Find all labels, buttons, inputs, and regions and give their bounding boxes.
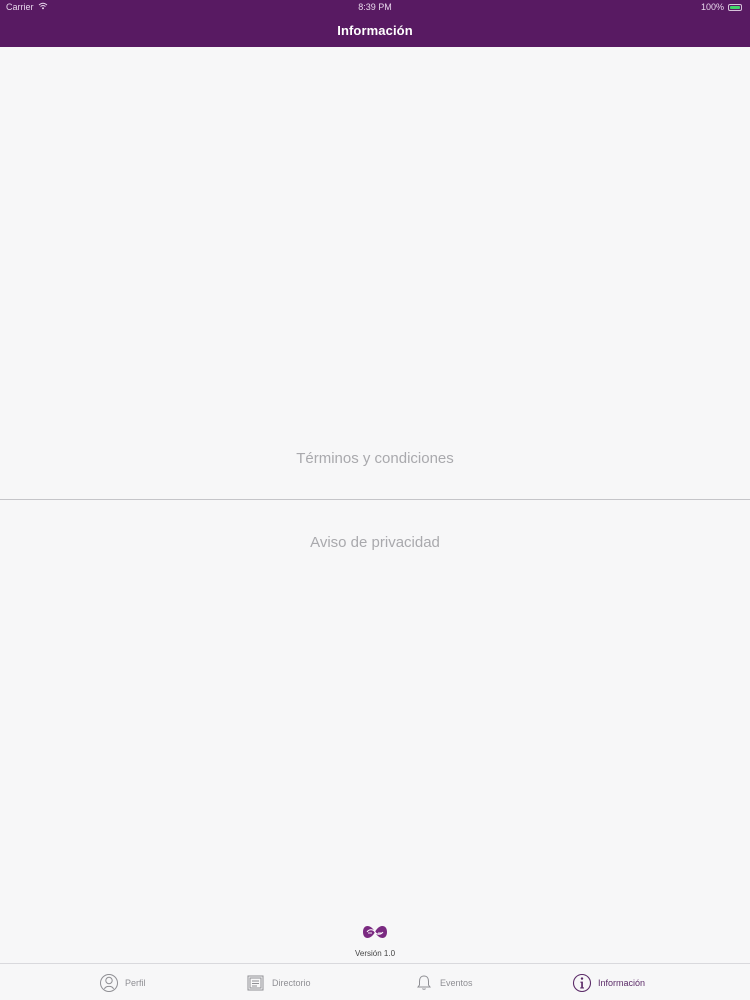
privacy-item[interactable]: Aviso de privacidad xyxy=(0,534,750,551)
tab-perfil[interactable]: Perfil xyxy=(99,971,146,995)
page-title: Información xyxy=(337,23,413,38)
tab-bar: Perfil Directorio Eventos Información xyxy=(0,963,750,1000)
tab-eventos[interactable]: Eventos xyxy=(414,971,473,995)
tab-directorio[interactable]: Directorio xyxy=(246,971,311,995)
status-bar: Carrier 8:39 PM 100% xyxy=(0,0,750,15)
terms-item[interactable]: Términos y condiciones xyxy=(0,450,750,467)
top-bar: Carrier 8:39 PM 100% Información xyxy=(0,0,750,47)
app-logo-icon xyxy=(361,922,389,942)
main-content: Términos y condiciones Aviso de privacid… xyxy=(0,47,750,963)
status-right: 100% xyxy=(701,2,742,12)
privacy-label: Aviso de privacidad xyxy=(310,534,440,551)
tab-label: Directorio xyxy=(272,978,311,988)
terms-label: Términos y condiciones xyxy=(296,450,454,467)
tab-label: Información xyxy=(598,978,646,988)
tab-informacion[interactable]: Información xyxy=(572,971,645,995)
section-divider xyxy=(0,499,750,500)
status-time: 8:39 PM xyxy=(358,2,392,12)
profile-icon xyxy=(99,973,119,993)
bell-icon xyxy=(414,973,434,993)
tab-label: Perfil xyxy=(125,978,146,988)
tab-label: Eventos xyxy=(440,978,473,988)
battery-percent: 100% xyxy=(700,2,724,12)
version-label: Versión 1.0 xyxy=(354,949,396,958)
directory-icon xyxy=(246,973,266,993)
battery-icon xyxy=(728,3,742,11)
info-icon xyxy=(572,973,592,993)
